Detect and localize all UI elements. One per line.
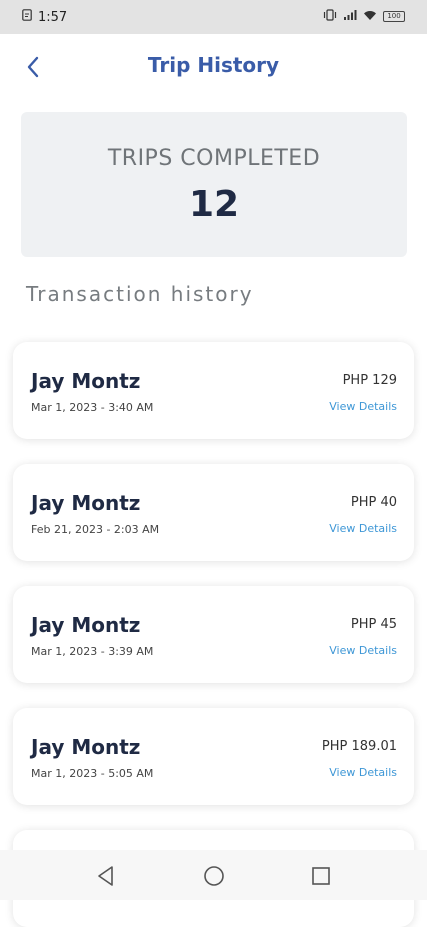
trips-completed-card: TRIPS COMPLETED 12 xyxy=(21,112,407,257)
page-title: Trip History xyxy=(147,53,280,77)
trip-amount: PHP 40 xyxy=(350,495,397,510)
status-right: 100 xyxy=(323,9,405,23)
back-nav-icon[interactable] xyxy=(94,864,118,888)
trip-date: Mar 1, 2023 - 3:39 AM xyxy=(31,645,154,658)
notification-icon xyxy=(22,9,32,25)
wifi-icon xyxy=(363,9,377,23)
rider-name: Jay Montz xyxy=(31,491,141,515)
rider-name: Jay Montz xyxy=(31,369,141,393)
home-nav-icon[interactable] xyxy=(202,864,226,888)
rider-name: Jay Montz xyxy=(31,613,141,637)
trip-amount: PHP 129 xyxy=(342,373,397,388)
status-bar: 1:57 100 xyxy=(0,0,427,34)
transaction-card[interactable]: Jay Montz Mar 1, 2023 - 3:39 AM PHP 45 V… xyxy=(13,586,414,683)
recents-nav-icon[interactable] xyxy=(309,864,333,888)
transaction-card[interactable]: Jay Montz Feb 21, 2023 - 2:03 AM PHP 40 … xyxy=(13,464,414,561)
view-details-link[interactable]: View Details xyxy=(329,400,397,413)
status-left: 1:57 xyxy=(22,9,67,25)
system-nav-bar xyxy=(0,850,427,900)
rider-name: Jay Montz xyxy=(31,735,141,759)
trips-completed-label: TRIPS COMPLETED xyxy=(107,146,321,171)
network-icon xyxy=(343,9,357,23)
transaction-card[interactable]: Jay Montz Mar 1, 2023 - 3:40 AM PHP 129 … xyxy=(13,342,414,439)
view-details-link[interactable]: View Details xyxy=(329,522,397,535)
trip-date: Feb 21, 2023 - 2:03 AM xyxy=(31,523,160,536)
transaction-card[interactable]: Jay Montz Mar 1, 2023 - 5:05 AM PHP 189.… xyxy=(13,708,414,805)
vibrate-icon xyxy=(323,9,337,23)
trips-completed-count: 12 xyxy=(188,184,240,225)
view-details-link[interactable]: View Details xyxy=(329,644,397,657)
trip-date: Mar 1, 2023 - 5:05 AM xyxy=(31,767,154,780)
view-details-link[interactable]: View Details xyxy=(329,766,397,779)
trip-amount: PHP 45 xyxy=(350,617,397,632)
trip-date: Mar 1, 2023 - 3:40 AM xyxy=(31,401,154,414)
transaction-history-heading: Transaction history xyxy=(26,282,254,306)
battery-icon: 100 xyxy=(383,10,405,22)
trip-amount: PHP 189.01 xyxy=(321,739,397,754)
status-time: 1:57 xyxy=(38,9,68,25)
